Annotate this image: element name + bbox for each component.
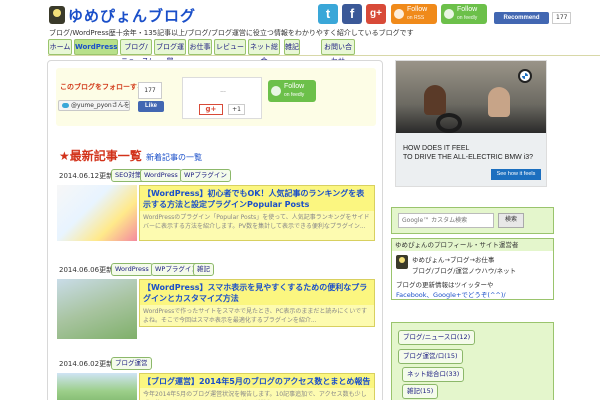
post-tag[interactable]: WordPress	[140, 169, 182, 182]
post-item: 2014.06.02更新 ブログ運営 【ブログ運営】2014年5月のブログのアク…	[56, 357, 378, 400]
ad-person	[488, 87, 510, 117]
ad-subheadline: TO DRIVE THE ALL-ELECTRIC BMW i3?	[403, 154, 534, 161]
nav-contact[interactable]: お問い合わせ	[321, 39, 355, 65]
profile-heading: ゆめぴょんのプロフィール・サイト運営者	[392, 239, 553, 251]
nav-divider	[48, 55, 600, 56]
rss-follow-sub: on RSS	[407, 15, 425, 21]
post-title[interactable]: 【WordPress】スマホ表示を見やすくするための便利なプラグインとカスタマイ…	[140, 280, 374, 305]
category-item[interactable]: ブログ運営/ロ(15)	[398, 349, 463, 364]
bmw-ad[interactable]: HOW DOES IT FEEL TO DRIVE THE ALL-ELECTR…	[395, 60, 547, 187]
nav-blog-management[interactable]: ブログ運営	[154, 39, 186, 65]
feedly-follow-button[interactable]: Follow on feedly	[441, 4, 487, 24]
profile-social-link[interactable]: Facebook、Google+でどうぞ(^^)/	[396, 289, 506, 299]
bmw-logo-icon	[518, 69, 532, 83]
post-tag[interactable]: WPプラグイン	[180, 169, 231, 182]
facebook-like-button[interactable]: Like	[138, 101, 164, 112]
post-thumbnail[interactable]	[57, 373, 137, 400]
ad-image	[396, 61, 546, 133]
google-plus-button[interactable]: g+	[199, 104, 223, 115]
follow-promo-title: このブログをフォローする	[60, 83, 144, 91]
facebook-recommend-button[interactable]: Recommend	[494, 12, 549, 24]
post-tag[interactable]: 雑記	[193, 263, 214, 276]
profile-line: ブログ/ブログ/運営ノウハウ/ネット	[412, 267, 517, 275]
post-item: 2014.06.06更新 WordPress WPプラグイン 雑記 【WordP…	[56, 263, 378, 341]
post-excerpt: 今年2014年5月のブログ運営状況を報告します。10記事追加で、アクセス数も少し…	[143, 391, 367, 398]
feedly-small-sub: on feedly	[284, 92, 305, 98]
feedly-follow-sub: on feedly	[457, 15, 478, 21]
nav-net[interactable]: ネット総合	[248, 39, 280, 65]
post-tag[interactable]: WordPress	[111, 263, 153, 276]
site-header: ゆめぴょんブログ ブログ/WordPress歴十余年・135記事以上/ブログ/ブ…	[0, 0, 600, 40]
nav-work[interactable]: お仕事	[188, 39, 212, 55]
ad-cta-button[interactable]: See how it feels	[491, 169, 541, 180]
ad-headline: HOW DOES IT FEEL	[403, 145, 470, 152]
google-plus-count: +1	[228, 104, 245, 115]
post-card[interactable]: 【ブログ運営】2014年5月のブログのアクセス数とまとめ報告 今年2014年5月…	[139, 373, 375, 400]
main-nav: ホーム WordPress ブログ/ニュース/ロ ブログ運営 お仕事 レビュー …	[48, 39, 356, 79]
profile-widget: ゆめぴょんのプロフィール・サイト運営者 ゆめぴょん→ブログ→お仕事 ブログ/ブロ…	[391, 238, 554, 300]
nav-misc[interactable]: 雑記	[284, 39, 300, 55]
twitter-follow-button[interactable]: @yume_pyonさんをフォロー	[58, 100, 130, 111]
google-plus-widget: ... g+ +1	[182, 77, 262, 119]
category-item[interactable]: ブログ/ニュースロ(12)	[398, 330, 476, 345]
post-item: 2014.06.12更新 SEO対策 WordPress WPプラグイン 【Wo…	[56, 169, 378, 243]
post-title[interactable]: 【ブログ運営】2014年5月のブログのアクセス数とまとめ報告	[140, 374, 374, 388]
hatena-bookmark-count[interactable]: 177	[138, 82, 162, 99]
feedly-follow-label: Follow	[457, 6, 478, 13]
google-plus-icon[interactable]: g+	[366, 4, 386, 24]
facebook-icon[interactable]: f	[342, 4, 362, 24]
latest-posts-subtitle: 新着記事の一覧	[145, 153, 202, 162]
category-item[interactable]: ネット総合ロ(33)	[402, 367, 465, 382]
social-buttons: t f g+ Follow on RSS Follow on feedly Re…	[318, 4, 600, 26]
avatar	[396, 255, 408, 269]
rss-follow-button[interactable]: Follow on RSS	[391, 4, 437, 24]
site-description: ブログ/WordPress歴十余年・135記事以上/ブログ/ブログ運営に役立つ情…	[49, 29, 414, 37]
search-widget: 検索	[391, 207, 554, 234]
follow-promo: このブログをフォローする @yume_pyonさんをフォロー 177 Like …	[56, 68, 376, 126]
post-excerpt: WordPressのプラグイン「Popular Posts」を使って、人気記事ラ…	[143, 214, 370, 230]
category-item[interactable]: 雑記(15)	[402, 384, 439, 399]
feedly-small-label: Follow	[284, 83, 305, 90]
nav-wordpress[interactable]: WordPress	[74, 39, 118, 55]
profile-line: ブログの更新情報はツイッターや	[396, 281, 494, 289]
post-card[interactable]: 【WordPress】スマホ表示を見やすくするための便利なプラグインとカスタマイ…	[139, 279, 375, 327]
profile-line: ゆめぴょん→ブログ→お仕事	[412, 256, 495, 264]
nav-home[interactable]: ホーム	[48, 39, 72, 55]
main-content: このブログをフォローする @yume_pyonさんをフォロー 177 Like …	[47, 60, 383, 400]
twitter-icon[interactable]: t	[318, 4, 338, 24]
post-date: 2014.06.06更新	[59, 266, 114, 274]
site-logo-icon[interactable]	[49, 6, 65, 24]
ad-person	[424, 85, 446, 115]
post-thumbnail[interactable]	[57, 185, 137, 241]
nav-review[interactable]: レビュー	[214, 39, 246, 55]
site-title[interactable]: ゆめぴょんブログ	[68, 5, 196, 26]
steering-wheel-icon	[436, 113, 462, 133]
google-plus-loading: ...	[220, 87, 226, 94]
search-button[interactable]: 検索	[498, 213, 524, 228]
post-date: 2014.06.02更新	[59, 360, 114, 368]
post-excerpt: WordPressで作ったサイトをスマホで見たとき、PC表示のままだと読みにくい…	[143, 308, 368, 324]
facebook-recommend-count: 177	[552, 12, 572, 24]
post-title[interactable]: 【WordPress】初心者でもOK！人気記事のランキングを表示する方法と設定プ…	[140, 186, 374, 211]
post-tag[interactable]: ブログ運営	[111, 357, 152, 370]
feedly-follow-small-button[interactable]: Follow on feedly	[268, 80, 316, 102]
latest-posts-heading: ★最新記事一覧 新着記事の一覧	[59, 147, 202, 164]
post-card[interactable]: 【WordPress】初心者でもOK！人気記事のランキングを表示する方法と設定プ…	[139, 185, 375, 241]
rss-follow-label: Follow	[407, 6, 428, 13]
post-thumbnail[interactable]	[57, 279, 137, 339]
post-date: 2014.06.12更新	[59, 172, 114, 180]
latest-posts-title: ★最新記事一覧	[59, 149, 142, 163]
search-input[interactable]	[398, 213, 494, 228]
nav-blog-news[interactable]: ブログ/ニュース/ロ	[120, 39, 152, 79]
category-widget: ブログ/ニュースロ(12) ブログ運営/ロ(15) ネット総合ロ(33) 雑記(…	[391, 322, 554, 400]
